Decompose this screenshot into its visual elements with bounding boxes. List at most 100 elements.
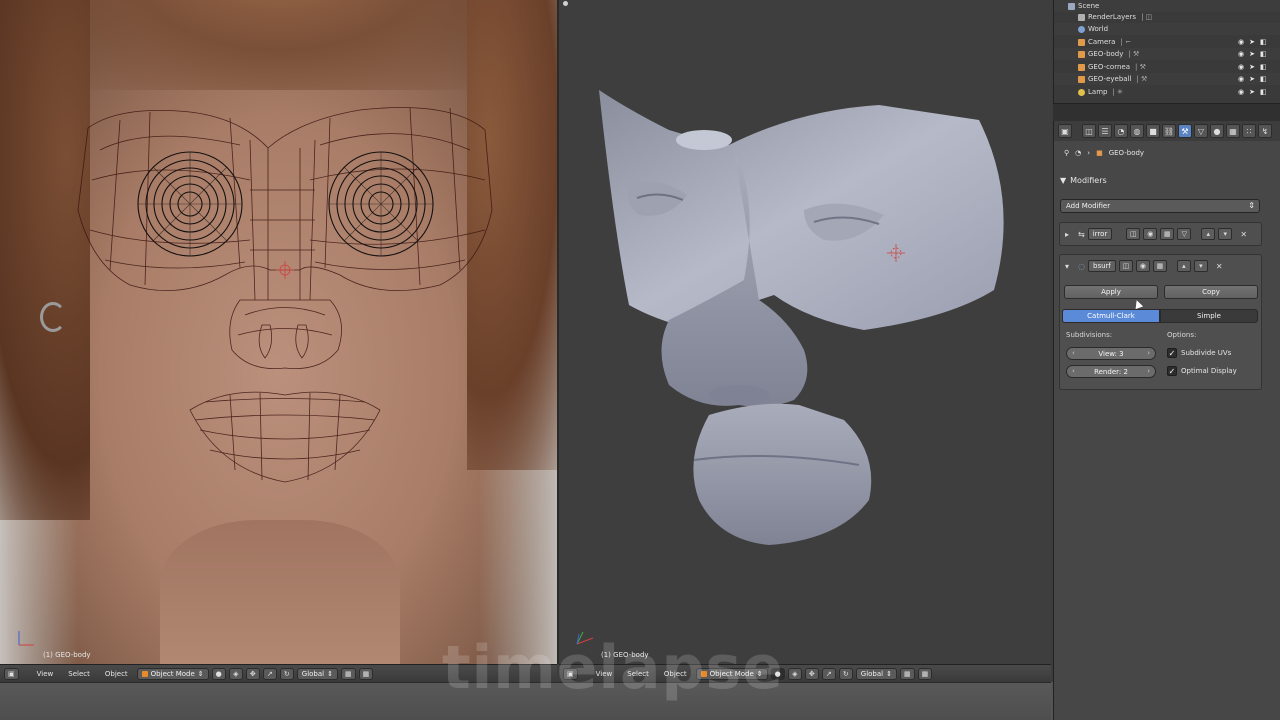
render-camera-icon[interactable]: ◧ bbox=[1260, 75, 1267, 83]
tab-texture-icon[interactable]: ▦ bbox=[1226, 124, 1240, 138]
mesh-object-icon bbox=[1078, 75, 1085, 83]
shading-icon[interactable]: ● bbox=[770, 667, 785, 680]
decrement-arrow-icon[interactable]: ‹ bbox=[1072, 349, 1075, 357]
tab-data-icon[interactable]: ▽ bbox=[1194, 124, 1208, 138]
modifiers-section-header[interactable]: ▼ Modifiers bbox=[1060, 176, 1107, 185]
pin-icon[interactable]: ⚲ bbox=[1064, 149, 1069, 157]
menu-object[interactable]: Object bbox=[99, 670, 134, 678]
move-down-icon[interactable]: ▾ bbox=[1193, 260, 1208, 272]
collapse-triangle-icon[interactable]: ▾ bbox=[1065, 262, 1069, 271]
view-levels-field[interactable]: ‹ View: 3 › bbox=[1066, 347, 1156, 360]
rotate-icon[interactable]: ↻ bbox=[838, 667, 853, 680]
tab-render-icon[interactable]: ◫ bbox=[1082, 124, 1096, 138]
move-up-icon[interactable]: ▴ bbox=[1176, 260, 1191, 272]
render-camera-icon[interactable]: ◧ bbox=[1260, 88, 1267, 96]
close-icon[interactable]: ✕ bbox=[1240, 230, 1247, 239]
menu-select[interactable]: Select bbox=[621, 670, 655, 678]
panel-separator[interactable] bbox=[1053, 103, 1280, 121]
increment-arrow-icon[interactable]: › bbox=[1147, 349, 1150, 357]
eye-icon[interactable]: ◉ bbox=[1238, 63, 1244, 71]
layer-icon[interactable]: ▦ bbox=[358, 667, 374, 680]
manipulator-icon[interactable]: ✥ bbox=[245, 667, 260, 680]
apply-button[interactable]: Apply bbox=[1064, 285, 1158, 299]
outliner-item[interactable]: GEO-cornea | ⚒ ◉ ➤ ◧ bbox=[1054, 61, 1280, 73]
layer-icon[interactable]: ▦ bbox=[340, 667, 356, 680]
outliner-item[interactable]: GEO-eyeball | ⚒ ◉ ➤ ◧ bbox=[1054, 73, 1280, 85]
eye-icon[interactable]: ◉ bbox=[1238, 88, 1244, 96]
add-modifier-dropdown[interactable]: Add Modifier ⇕ bbox=[1060, 199, 1260, 213]
mode-select[interactable]: Object Mode ⇕ bbox=[136, 667, 209, 680]
editmode-toggle-icon[interactable]: ▦ bbox=[1152, 260, 1167, 272]
translate-icon[interactable]: ↗ bbox=[262, 667, 277, 680]
select-arrow-icon[interactable]: ➤ bbox=[1249, 38, 1255, 46]
render-camera-icon[interactable]: ◧ bbox=[1260, 63, 1267, 71]
tab-constraints-icon[interactable]: ⛓ bbox=[1162, 124, 1176, 138]
orientation-label: Global bbox=[301, 669, 325, 678]
eye-icon[interactable]: ◉ bbox=[1238, 50, 1244, 58]
menu-object[interactable]: Object bbox=[658, 670, 693, 678]
tab-world-icon[interactable]: ◍ bbox=[1130, 124, 1144, 138]
menu-select[interactable]: Select bbox=[62, 670, 96, 678]
render-toggle-icon[interactable]: ◫ bbox=[1126, 228, 1141, 240]
shading-icon[interactable]: ● bbox=[211, 667, 226, 680]
select-arrow-icon[interactable]: ➤ bbox=[1249, 75, 1255, 83]
menu-view[interactable]: View bbox=[590, 670, 619, 678]
viewport-toggle-icon[interactable]: ◉ bbox=[1135, 260, 1150, 272]
increment-arrow-icon[interactable]: › bbox=[1147, 367, 1150, 375]
select-arrow-icon[interactable]: ➤ bbox=[1249, 88, 1255, 96]
render-levels-field[interactable]: ‹ Render: 2 › bbox=[1066, 365, 1156, 378]
menu-view[interactable]: View bbox=[31, 670, 60, 678]
tab-particles-icon[interactable]: ∷ bbox=[1242, 124, 1256, 138]
render-toggle-icon[interactable]: ◫ bbox=[1118, 260, 1133, 272]
tab-layers-icon[interactable]: ☰ bbox=[1098, 124, 1112, 138]
mode-select[interactable]: Object Mode ⇕ bbox=[695, 667, 768, 680]
editor-type-icon[interactable]: ▣ bbox=[4, 667, 19, 680]
orientation-select[interactable]: Global ⇕ bbox=[855, 667, 897, 680]
eye-icon[interactable]: ◉ bbox=[1238, 38, 1244, 46]
optimal-display-checkbox[interactable]: ✓ Optimal Display bbox=[1167, 366, 1237, 376]
decrement-arrow-icon[interactable]: ‹ bbox=[1072, 367, 1075, 375]
outliner-item[interactable]: Lamp | ✳ ◉ ➤ ◧ bbox=[1054, 86, 1280, 98]
modifier-name-field[interactable]: irror bbox=[1087, 228, 1113, 240]
modifier-wrench-icon: | ⚒ bbox=[1135, 63, 1146, 71]
close-icon[interactable]: ✕ bbox=[1216, 262, 1223, 271]
layer-icon[interactable]: ▦ bbox=[917, 667, 933, 680]
left-3d-viewport[interactable]: (1) GEO-body bbox=[0, 0, 557, 664]
updown-arrow-icon: ⇕ bbox=[886, 669, 892, 678]
editor-type-icon[interactable]: ▣ bbox=[1058, 124, 1072, 138]
tab-modifiers-icon[interactable]: ⚒ bbox=[1178, 124, 1192, 138]
eye-icon[interactable]: ◉ bbox=[1238, 75, 1244, 83]
select-arrow-icon[interactable]: ➤ bbox=[1249, 50, 1255, 58]
outliner-item[interactable]: GEO-body | ⚒ ◉ ➤ ◧ bbox=[1054, 48, 1280, 60]
editmode-toggle-icon[interactable]: ▦ bbox=[1160, 228, 1175, 240]
copy-button[interactable]: Copy bbox=[1164, 285, 1258, 299]
subdivide-uvs-checkbox[interactable]: ✓ Subdivide UVs bbox=[1167, 348, 1231, 358]
tab-material-icon[interactable]: ● bbox=[1210, 124, 1224, 138]
layer-icon[interactable]: ▦ bbox=[899, 667, 915, 680]
expand-triangle-icon[interactable]: ▸ bbox=[1065, 230, 1069, 239]
right-3d-viewport[interactable]: (1) GEO-body bbox=[559, 0, 1051, 664]
move-down-icon[interactable]: ▾ bbox=[1218, 228, 1233, 240]
manipulator-icon[interactable]: ✥ bbox=[804, 667, 819, 680]
render-camera-icon[interactable]: ◧ bbox=[1260, 38, 1267, 46]
tab-physics-icon[interactable]: ↯ bbox=[1258, 124, 1272, 138]
select-arrow-icon[interactable]: ➤ bbox=[1249, 63, 1255, 71]
catmull-clark-option[interactable]: Catmull-Clark bbox=[1062, 309, 1160, 323]
cage-toggle-icon[interactable]: ▽ bbox=[1177, 228, 1192, 240]
tab-object-icon[interactable]: ■ bbox=[1146, 124, 1160, 138]
outliner-item[interactable]: World bbox=[1054, 23, 1280, 35]
editor-type-icon[interactable]: ▣ bbox=[563, 667, 578, 680]
move-up-icon[interactable]: ▴ bbox=[1201, 228, 1216, 240]
outliner-item[interactable]: Camera | ⌐ ◉ ➤ ◧ bbox=[1054, 36, 1280, 48]
rotate-icon[interactable]: ↻ bbox=[279, 667, 294, 680]
translate-icon[interactable]: ↗ bbox=[821, 667, 836, 680]
modifier-name-field[interactable]: bsurf bbox=[1088, 260, 1116, 272]
simple-option[interactable]: Simple bbox=[1160, 309, 1258, 323]
viewport-toggle-icon[interactable]: ◉ bbox=[1143, 228, 1158, 240]
pivot-icon[interactable]: ◈ bbox=[228, 667, 243, 680]
render-camera-icon[interactable]: ◧ bbox=[1260, 50, 1267, 58]
tab-scene-icon[interactable]: ◔ bbox=[1114, 124, 1128, 138]
outliner-item[interactable]: RenderLayers | ◫ bbox=[1054, 11, 1280, 23]
orientation-select[interactable]: Global ⇕ bbox=[296, 667, 338, 680]
pivot-icon[interactable]: ◈ bbox=[787, 667, 802, 680]
